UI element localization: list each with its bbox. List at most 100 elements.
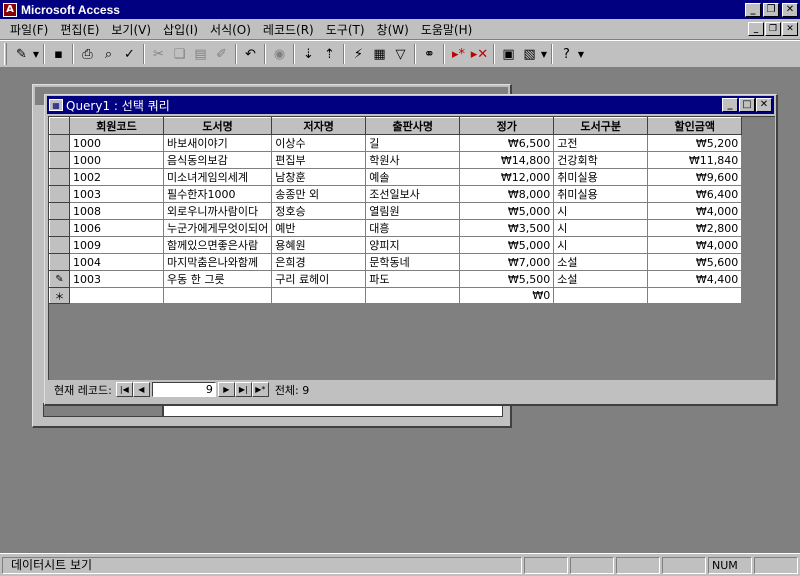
cell-discount[interactable]: ₩6,400	[647, 185, 743, 203]
column-header-author[interactable]: 저자명	[271, 117, 367, 135]
cell-discount[interactable]: ₩4,000	[647, 236, 743, 254]
print-icon[interactable]: ⎙	[77, 44, 98, 65]
next-record-button[interactable]: ▶	[217, 382, 235, 397]
apply-filter-icon[interactable]: ▽	[390, 44, 411, 65]
query-minimize-icon[interactable]: _	[722, 98, 738, 112]
cell-category[interactable]: 고전	[553, 134, 649, 152]
cell-discount[interactable]: ₩4,000	[647, 202, 743, 220]
cell-price[interactable]: ₩14,800	[459, 151, 555, 169]
cell-discount[interactable]: ₩5,200	[647, 134, 743, 152]
column-header-category[interactable]: 도서구분	[553, 117, 649, 135]
cell-price[interactable]: ₩5,500	[459, 270, 555, 288]
cell-publisher[interactable]: 조선일보사	[365, 185, 461, 203]
cell-discount[interactable]: ₩2,800	[647, 219, 743, 237]
cell-publisher[interactable]: 대흥	[365, 219, 461, 237]
cell-book-title[interactable]: 함께있으면좋은사람	[162, 236, 273, 254]
menu-tools[interactable]: 도구(T)	[320, 21, 371, 38]
cell-category[interactable]: 시	[553, 219, 649, 237]
cell-price[interactable]: ₩0	[459, 287, 555, 304]
cell-member-code[interactable]	[69, 287, 164, 304]
cell-price[interactable]: ₩3,500	[459, 219, 555, 237]
cell-member-code[interactable]: 1003	[69, 185, 164, 203]
column-header-discount[interactable]: 할인금액	[647, 117, 743, 135]
record-selector[interactable]	[49, 236, 70, 254]
cell-publisher[interactable]: 문학동네	[365, 253, 461, 271]
current-record-input[interactable]: 9	[151, 382, 216, 397]
undo-icon[interactable]: ↶	[240, 44, 261, 65]
record-selector[interactable]	[49, 202, 70, 220]
minimize-icon[interactable]: _	[745, 2, 761, 17]
query-maximize-icon[interactable]: □	[739, 98, 755, 112]
cell-publisher[interactable]: 학원사	[365, 151, 461, 169]
column-header-price[interactable]: 정가	[459, 117, 555, 135]
record-selector[interactable]	[49, 219, 70, 237]
delete-record-icon[interactable]: ▸✕	[469, 44, 490, 65]
menu-format[interactable]: 서식(O)	[204, 21, 257, 38]
format-painter-icon[interactable]: ✐	[211, 44, 232, 65]
cell-member-code[interactable]: 1006	[69, 219, 164, 237]
cell-publisher[interactable]: 열림원	[365, 202, 461, 220]
cell-category[interactable]: 소설	[553, 270, 649, 288]
cell-category[interactable]: 건강회학	[553, 151, 649, 169]
cell-member-code[interactable]: 1004	[69, 253, 164, 271]
first-record-button[interactable]: |◀	[115, 382, 133, 397]
cell-author[interactable]: 송종만 외	[271, 185, 367, 203]
cell-publisher[interactable]: 양피지	[365, 236, 461, 254]
find-icon[interactable]: ⚭	[419, 44, 440, 65]
cell-price[interactable]: ₩5,000	[459, 202, 555, 220]
record-selector-edit-icon[interactable]: ✎	[49, 270, 70, 288]
cell-price[interactable]: ₩5,000	[459, 236, 555, 254]
new-object-dropdown-icon[interactable]: ▼	[540, 50, 548, 59]
access-app-icon[interactable]: A	[3, 2, 17, 17]
cell-category[interactable]	[553, 287, 649, 304]
help-dropdown-icon[interactable]: ▼	[577, 50, 585, 59]
cell-author[interactable]: 정호승	[271, 202, 367, 220]
view-icon[interactable]: ✎	[11, 44, 32, 65]
cell-author[interactable]: 용혜원	[271, 236, 367, 254]
cell-author[interactable]: 예반	[271, 219, 367, 237]
help-icon[interactable]: ?	[556, 44, 577, 65]
mdi-minimize-icon[interactable]: _	[748, 22, 764, 36]
cell-member-code[interactable]: 1000	[69, 151, 164, 169]
menu-view[interactable]: 보기(V)	[105, 21, 157, 38]
last-record-button[interactable]: ▶|	[234, 382, 252, 397]
mdi-close-icon[interactable]: ✕	[782, 22, 798, 36]
query-window-title-bar[interactable]: ▦ Query1 : 선택 쿼리 _ □ ✕	[47, 96, 774, 114]
cell-book-title[interactable]: 미소녀게임의세계	[162, 168, 273, 186]
cell-publisher[interactable]: 길	[365, 134, 461, 152]
select-all-corner[interactable]	[49, 117, 70, 135]
cell-price[interactable]: ₩6,500	[459, 134, 555, 152]
menu-window[interactable]: 창(W)	[371, 21, 415, 38]
query-close-icon[interactable]: ✕	[756, 98, 772, 112]
toolbar-grip[interactable]	[4, 43, 7, 65]
cell-author[interactable]	[271, 287, 367, 304]
previous-record-button[interactable]: ◀	[132, 382, 150, 397]
cell-category[interactable]: 취미실용	[553, 168, 649, 186]
menu-records[interactable]: 레코드(R)	[257, 21, 320, 38]
cell-member-code[interactable]: 1008	[69, 202, 164, 220]
cell-author[interactable]: 구리 료헤이	[271, 270, 367, 288]
cell-discount[interactable]: ₩4,400	[647, 270, 743, 288]
sort-ascending-icon[interactable]: ⇣	[298, 44, 319, 65]
cell-category[interactable]: 취미실용	[553, 185, 649, 203]
cell-member-code[interactable]: 1000	[69, 134, 164, 152]
cell-book-title[interactable]: 바보새이야기	[162, 134, 273, 152]
cell-publisher[interactable]: 예솔	[365, 168, 461, 186]
cell-member-code[interactable]: 1002	[69, 168, 164, 186]
mdi-restore-icon[interactable]: ❐	[765, 22, 781, 36]
cell-category[interactable]: 소설	[553, 253, 649, 271]
cell-book-title[interactable]: 필수한자1000	[162, 185, 273, 203]
cell-publisher[interactable]	[365, 287, 461, 304]
new-record-icon[interactable]: ＊	[49, 287, 70, 304]
new-record-button[interactable]: ▶*	[251, 382, 269, 397]
database-window-icon[interactable]: ▣	[498, 44, 519, 65]
cell-member-code[interactable]: 1009	[69, 236, 164, 254]
copy-icon[interactable]: ❏	[169, 44, 190, 65]
cell-price[interactable]: ₩7,000	[459, 253, 555, 271]
close-icon[interactable]: ✕	[782, 2, 798, 17]
view-dropdown-icon[interactable]: ▼	[32, 50, 40, 59]
record-selector[interactable]	[49, 134, 70, 152]
cell-author[interactable]: 남창훈	[271, 168, 367, 186]
horizontal-scrollbar[interactable]	[317, 382, 775, 397]
cell-discount[interactable]: ₩5,600	[647, 253, 743, 271]
